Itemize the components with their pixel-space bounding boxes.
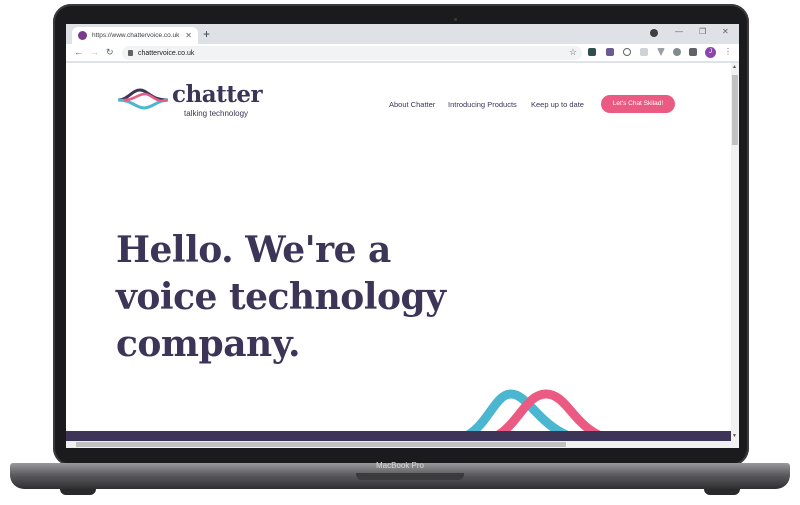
profile-avatar[interactable]: J bbox=[705, 47, 716, 58]
extension-icon[interactable] bbox=[588, 48, 596, 56]
webcam bbox=[454, 18, 457, 21]
media-recording-icon[interactable] bbox=[650, 29, 658, 37]
horizontal-scrollbar[interactable] bbox=[66, 441, 739, 448]
browser-window: https://www.chattervoice.co.uk ✕ + — ❐ ✕… bbox=[66, 24, 739, 448]
address-url[interactable]: chattervoice.co.uk bbox=[138, 50, 194, 57]
address-bar[interactable]: chattervoice.co.uk ☆ bbox=[122, 46, 582, 60]
web-page: chatter talking technology About Chatter… bbox=[66, 63, 731, 441]
bookmark-star-icon[interactable]: ☆ bbox=[569, 47, 577, 58]
site-favicon-icon bbox=[78, 31, 87, 40]
scroll-thumb[interactable] bbox=[732, 75, 738, 145]
extension-icon[interactable] bbox=[623, 48, 631, 56]
extension-icon[interactable] bbox=[673, 48, 681, 56]
tab-strip: https://www.chattervoice.co.uk ✕ + — ❐ ✕ bbox=[66, 24, 739, 44]
back-icon[interactable]: ← bbox=[74, 47, 83, 58]
nav-products-link[interactable]: Introducing Products bbox=[448, 100, 517, 109]
close-tab-icon[interactable]: ✕ bbox=[185, 31, 192, 40]
browser-toolbar: ← → ↻ chattervoice.co.uk ☆ J ⋮ bbox=[66, 44, 739, 62]
extension-icon[interactable] bbox=[606, 48, 614, 56]
lid-notch bbox=[356, 473, 464, 480]
nav-updates-link[interactable]: Keep up to date bbox=[531, 100, 584, 109]
hero-heading: Hello. We're a voice technology company. bbox=[116, 227, 446, 368]
laptop-base: MacBook Pro bbox=[10, 461, 790, 489]
laptop-foot bbox=[704, 489, 740, 495]
extension-icon[interactable] bbox=[657, 48, 665, 56]
device-label: MacBook Pro bbox=[375, 461, 425, 470]
chat-cta-button[interactable]: Let's Chat Skilad! bbox=[601, 95, 675, 113]
browser-tab[interactable]: https://www.chattervoice.co.uk ✕ bbox=[72, 27, 198, 44]
new-tab-button[interactable]: + bbox=[203, 28, 210, 40]
kebab-menu-icon[interactable]: ⋮ bbox=[724, 47, 732, 56]
nav-about-link[interactable]: About Chatter bbox=[389, 100, 435, 109]
laptop-foot bbox=[60, 489, 96, 495]
restore-icon[interactable]: ❐ bbox=[699, 27, 706, 37]
reload-icon[interactable]: ↻ bbox=[106, 47, 114, 58]
extension-icon[interactable] bbox=[640, 48, 648, 56]
hero-line: Hello. We're a bbox=[116, 229, 391, 271]
hero-line: voice technology bbox=[116, 276, 446, 318]
tab-title: https://www.chattervoice.co.uk bbox=[92, 32, 180, 39]
scroll-down-icon[interactable]: ▼ bbox=[732, 433, 737, 439]
logo-tagline: talking technology bbox=[184, 109, 249, 118]
chatter-logo-icon bbox=[118, 88, 168, 110]
scroll-thumb[interactable] bbox=[76, 442, 566, 447]
vertical-scrollbar[interactable]: ▲ ▼ bbox=[731, 63, 739, 441]
laptop-mockup: https://www.chattervoice.co.uk ✕ + — ❐ ✕… bbox=[0, 0, 800, 505]
scroll-up-icon[interactable]: ▲ bbox=[732, 64, 737, 70]
hero-line: company. bbox=[116, 323, 301, 365]
lock-icon[interactable] bbox=[128, 50, 133, 56]
forward-icon[interactable]: → bbox=[90, 47, 99, 58]
puzzle-icon[interactable] bbox=[689, 48, 697, 56]
window-close-icon[interactable]: ✕ bbox=[722, 27, 729, 37]
decorative-waves bbox=[66, 389, 731, 441]
logo-wordmark[interactable]: chatter bbox=[172, 81, 263, 108]
minimize-icon[interactable]: — bbox=[675, 27, 683, 37]
